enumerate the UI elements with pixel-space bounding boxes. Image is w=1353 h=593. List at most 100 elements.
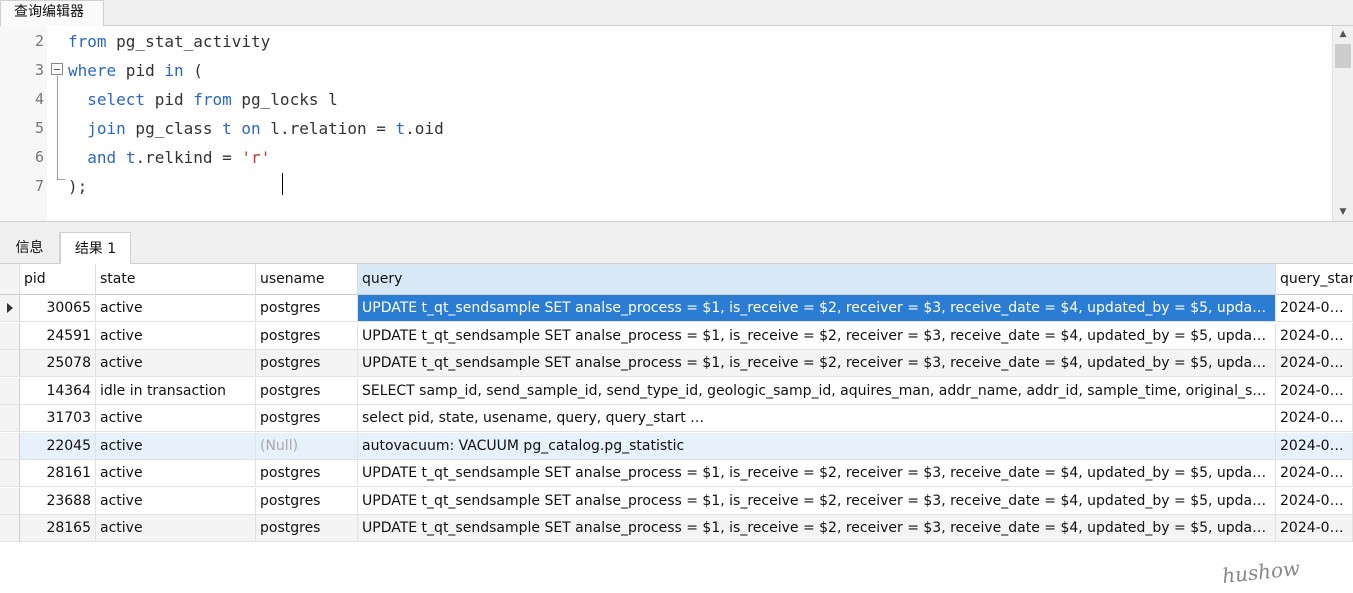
- cell-usename[interactable]: postgres: [256, 405, 358, 432]
- row-selector[interactable]: [0, 405, 20, 432]
- table-row[interactable]: 30065 active postgres UPDATE t_qt_sendsampl…: [0, 295, 1353, 322]
- text-caret: [282, 173, 283, 195]
- tab-info[interactable]: 信息: [0, 232, 60, 264]
- cell-pid[interactable]: 28165: [20, 515, 96, 542]
- column-header-query-start[interactable]: query_start: [1276, 264, 1353, 295]
- table-row[interactable]: 22045 active (Null) autovacuum: VACUUM pg_c…: [0, 432, 1353, 460]
- sql-text: pg_class: [125, 119, 223, 138]
- row-selector[interactable]: [0, 515, 20, 542]
- cell-query[interactable]: UPDATE t_qt_sendsample SET analse_proces…: [358, 322, 1276, 350]
- table-row[interactable]: 24591 active postgres UPDATE t_qt_sendsampl…: [0, 322, 1353, 350]
- row-selector[interactable]: [0, 460, 20, 487]
- result-grid[interactable]: pid state usename query query_start 3006…: [0, 264, 1353, 593]
- cell-usename[interactable]: postgres: [256, 295, 358, 322]
- cell-usename[interactable]: postgres: [256, 322, 358, 350]
- sql-keyword: where: [68, 61, 117, 80]
- tab-query-editor[interactable]: 查询编辑器: [0, 0, 104, 26]
- code-line[interactable]: 5 join pg_class t on l.relation = t.oid: [0, 114, 1330, 143]
- code-line[interactable]: 6 and t.relkind = 'r': [0, 143, 1330, 172]
- cell-usename[interactable]: postgres: [256, 460, 358, 487]
- cell-pid[interactable]: 28161: [20, 460, 96, 487]
- cell-state[interactable]: active: [96, 322, 256, 350]
- cell-usename[interactable]: postgres: [256, 515, 358, 542]
- cell-pid[interactable]: 25078: [20, 350, 96, 377]
- table-row[interactable]: 23688 active postgres UPDATE t_qt_sendsampl…: [0, 487, 1353, 515]
- cell-query-start[interactable]: 2024-04-08: [1276, 405, 1353, 432]
- cell-state[interactable]: idle in transaction: [96, 377, 256, 405]
- row-selector[interactable]: [0, 487, 20, 515]
- table-row[interactable]: 14364 idle in transaction postgres SELECT s…: [0, 377, 1353, 405]
- column-header-state[interactable]: state: [96, 264, 256, 295]
- cell-query[interactable]: select pid, state, usename, query, query…: [358, 405, 1276, 432]
- cell-query[interactable]: UPDATE t_qt_sendsample SET analse_proces…: [358, 350, 1276, 377]
- table-row[interactable]: 31703 active postgres select pid, state, us…: [0, 405, 1353, 432]
- column-header-query[interactable]: query: [358, 264, 1276, 295]
- row-selector[interactable]: [0, 322, 20, 350]
- fold-guide-end: [57, 179, 65, 180]
- column-header-pid[interactable]: pid: [20, 264, 96, 295]
- scrollbar-thumb[interactable]: [1335, 44, 1351, 68]
- cell-query-start[interactable]: 2024-04-08: [1276, 350, 1353, 377]
- cell-query[interactable]: SELECT samp_id, send_sample_id, send_typ…: [358, 377, 1276, 405]
- grid-corner[interactable]: [0, 264, 20, 295]
- cell-query-start[interactable]: 2024-04-08: [1276, 460, 1353, 487]
- cell-query-start[interactable]: 2024-04-08: [1276, 377, 1353, 405]
- cell-pid[interactable]: 30065: [20, 295, 96, 322]
- sql-keyword: t: [395, 119, 406, 138]
- cell-pid[interactable]: 14364: [20, 377, 96, 405]
- cell-state[interactable]: active: [96, 405, 256, 432]
- fold-guide-line: [57, 76, 58, 180]
- code-text: from pg_stat_activity: [68, 27, 270, 56]
- cell-state[interactable]: active: [96, 487, 256, 515]
- cell-pid[interactable]: 31703: [20, 405, 96, 432]
- cell-query[interactable]: autovacuum: VACUUM pg_catalog.pg_statist…: [358, 432, 1276, 460]
- code-line[interactable]: 7);: [0, 172, 1330, 201]
- code-line[interactable]: 3 where pid in (: [0, 56, 1330, 85]
- row-selector[interactable]: [0, 432, 20, 460]
- cell-state[interactable]: active: [96, 515, 256, 542]
- cell-state[interactable]: active: [96, 295, 256, 322]
- cell-query[interactable]: UPDATE t_qt_sendsample SET analse_proces…: [358, 295, 1276, 322]
- column-header-usename[interactable]: usename: [256, 264, 358, 295]
- code-line[interactable]: 2 from pg_stat_activity: [0, 27, 1330, 56]
- cell-pid[interactable]: 24591: [20, 322, 96, 350]
- cell-usename[interactable]: postgres: [256, 487, 358, 515]
- cell-query[interactable]: UPDATE t_qt_sendsample SET analse_proces…: [358, 487, 1276, 515]
- cell-pid[interactable]: 22045: [20, 432, 96, 460]
- table-row[interactable]: 28165 active postgres UPDATE t_qt_sendsampl…: [0, 515, 1353, 542]
- table-row[interactable]: 25078 active postgres UPDATE t_qt_sendsampl…: [0, 350, 1353, 377]
- cell-state[interactable]: active: [96, 432, 256, 460]
- cell-state[interactable]: active: [96, 460, 256, 487]
- cell-state[interactable]: active: [96, 350, 256, 377]
- cell-query-start[interactable]: 2024-04-08: [1276, 487, 1353, 515]
- cell-usename[interactable]: postgres: [256, 350, 358, 377]
- line-number: 7: [34, 177, 44, 195]
- row-selector[interactable]: [0, 295, 20, 322]
- table-row[interactable]: 28161 active postgres UPDATE t_qt_sendsampl…: [0, 460, 1353, 487]
- cell-pid[interactable]: 23688: [20, 487, 96, 515]
- cell-query-start[interactable]: 2024-04-08: [1276, 295, 1353, 322]
- cell-query-start[interactable]: 2024-04-08: [1276, 322, 1353, 350]
- sql-text: pg_stat_activity: [106, 32, 271, 51]
- tab-result-1[interactable]: 结果 1: [60, 232, 131, 265]
- code-line[interactable]: 4 select pid from pg_locks l: [0, 85, 1330, 114]
- cell-query-start[interactable]: 2024-04-08: [1276, 515, 1353, 542]
- scroll-up-arrow-icon[interactable]: ▲: [1333, 26, 1353, 42]
- sql-editor[interactable]: 2 from pg_stat_activity 3 where pid in (4 s…: [0, 26, 1353, 222]
- scroll-down-arrow-icon[interactable]: ▼: [1333, 204, 1353, 220]
- cell-query-start[interactable]: 2024-04-08: [1276, 432, 1353, 460]
- row-selector[interactable]: [0, 377, 20, 405]
- cell-query[interactable]: UPDATE t_qt_sendsample SET analse_proces…: [358, 460, 1276, 487]
- cell-usename[interactable]: (Null): [256, 432, 358, 460]
- cell-query[interactable]: UPDATE t_qt_sendsample SET analse_proces…: [358, 515, 1276, 542]
- row-selector[interactable]: [0, 350, 20, 377]
- sql-text: pid: [116, 61, 165, 80]
- sql-keyword: and: [87, 148, 117, 167]
- editor-vertical-scrollbar[interactable]: ▲ ▼: [1332, 26, 1353, 221]
- sql-keyword: from: [193, 90, 232, 109]
- fold-collapse-icon[interactable]: [51, 63, 63, 75]
- cell-usename[interactable]: postgres: [256, 377, 358, 405]
- code-text: and t.relkind = 'r': [68, 143, 270, 172]
